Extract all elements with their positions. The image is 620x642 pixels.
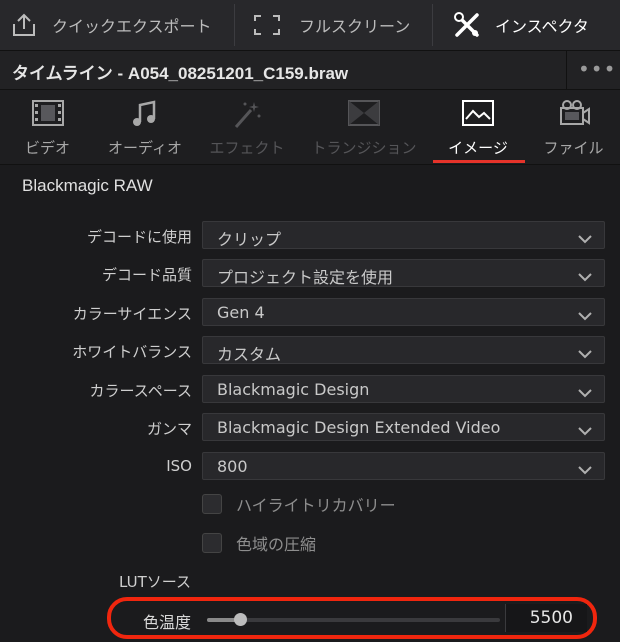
setting-row-decode-quality: デコード品質 プロジェクト設定を使用: [0, 259, 620, 289]
white-balance-dropdown[interactable]: カスタム: [202, 336, 605, 364]
setting-label: ホワイトバランス: [72, 343, 192, 361]
setting-label: デコードに使用: [86, 228, 192, 246]
dropdown-value: カスタム: [217, 345, 282, 364]
quick-export-button[interactable]: クイックエクスポート: [0, 0, 234, 50]
chevron-down-icon: [578, 461, 592, 479]
dropdown-value: 800: [217, 457, 248, 476]
inspector-titlebar: タイムライン - A054_08251201_C159.braw •••: [0, 51, 620, 90]
chevron-down-icon: [578, 268, 592, 286]
tab-file-label: ファイル: [543, 139, 604, 157]
dropdown-value: Blackmagic Design: [217, 380, 370, 399]
color-temp-value: 5500: [529, 608, 573, 628]
section-title: Blackmagic RAW: [22, 176, 153, 195]
setting-label: ガンマ: [146, 420, 192, 438]
chevron-down-icon: [578, 384, 592, 402]
quick-export-label: クイックエクスポート: [52, 17, 212, 36]
dropdown-value: Gen 4: [217, 303, 265, 322]
checkbox-label: ハイライトリカバリー: [236, 496, 396, 515]
color-temp-value-field[interactable]: 5500: [505, 604, 587, 632]
tab-effects-label: エフェクト: [209, 139, 285, 157]
dropdown-value: クリップ: [217, 230, 282, 249]
highlight-recovery-option: ハイライトリカバリー: [202, 492, 602, 518]
setting-row-color-science: カラーサイエンス Gen 4: [0, 298, 620, 328]
image-icon: [462, 100, 494, 130]
color-temp-slider[interactable]: [207, 613, 500, 626]
clip-title: タイムライン - A054_08251201_C159.braw: [12, 64, 349, 83]
chevron-down-icon: [578, 230, 592, 248]
tab-effects[interactable]: エフェクト: [195, 90, 299, 164]
slider-knob[interactable]: [234, 613, 247, 626]
fullscreen-label: フルスクリーン: [299, 17, 411, 36]
color-temp-label: 色温度: [143, 613, 192, 632]
decode-quality-dropdown[interactable]: プロジェクト設定を使用: [202, 259, 605, 287]
gamma-dropdown[interactable]: Blackmagic Design Extended Video: [202, 413, 605, 441]
tab-video[interactable]: ビデオ: [0, 90, 95, 164]
setting-label: ISO: [166, 457, 192, 475]
setting-row-decode-using: デコードに使用 クリップ: [0, 221, 620, 251]
transition-icon: [348, 100, 380, 130]
more-options-button[interactable]: •••: [578, 57, 615, 81]
gamut-compression-option: 色域の圧縮: [202, 531, 602, 557]
dropdown-value: Blackmagic Design Extended Video: [217, 418, 501, 437]
setting-label: カラースペース: [89, 382, 192, 400]
fullscreen-button[interactable]: フルスクリーン: [235, 0, 432, 50]
chevron-down-icon: [578, 345, 592, 363]
top-toolbar: クイックエクスポート フルスクリーン インスペクタ: [0, 0, 620, 51]
iso-dropdown[interactable]: 800: [202, 452, 605, 480]
tab-image-label: イメージ: [448, 139, 508, 157]
decode-using-dropdown[interactable]: クリップ: [202, 221, 605, 249]
highlight-recovery-checkbox[interactable]: [202, 494, 222, 514]
gamut-compression-checkbox[interactable]: [202, 533, 222, 553]
tab-audio-label: オーディオ: [108, 139, 182, 157]
color-space-dropdown[interactable]: Blackmagic Design: [202, 375, 605, 403]
chevron-down-icon: [578, 422, 592, 440]
tab-audio[interactable]: オーディオ: [95, 90, 195, 164]
chevron-down-icon: [578, 307, 592, 325]
setting-row-gamma: ガンマ Blackmagic Design Extended Video: [0, 413, 620, 443]
tab-video-label: ビデオ: [24, 139, 70, 157]
checkbox-label: 色域の圧縮: [236, 535, 317, 554]
setting-row-iso: ISO 800: [0, 452, 620, 482]
titlebar-divider: [566, 51, 567, 89]
inspector-tabs: ビデオ オーディオ エフェクト トランジション イメージ ファイル: [0, 90, 620, 165]
export-icon: [10, 12, 38, 38]
tab-transitions[interactable]: トランジション: [299, 90, 429, 164]
setting-label: カラーサイエンス: [72, 305, 192, 323]
fullscreen-icon: [253, 14, 281, 36]
dropdown-value: プロジェクト設定を使用: [217, 268, 394, 287]
tab-file[interactable]: ファイル: [527, 90, 620, 164]
color-science-dropdown[interactable]: Gen 4: [202, 298, 605, 326]
setting-row-color-space: カラースペース Blackmagic Design: [0, 375, 620, 405]
tab-transitions-label: トランジション: [311, 139, 417, 157]
setting-label: デコード品質: [101, 266, 192, 284]
tools-icon: [453, 11, 481, 39]
lut-source-label: LUTソース: [119, 573, 192, 591]
active-tab-indicator: [433, 160, 525, 163]
film-icon: [31, 100, 64, 130]
music-note-icon: [131, 100, 159, 132]
camera-file-icon: [557, 100, 591, 132]
inspector-button[interactable]: インスペクタ: [433, 0, 619, 50]
tab-image[interactable]: イメージ: [429, 90, 527, 164]
magic-wand-icon: [232, 100, 262, 134]
inspector-label: インスペクタ: [495, 17, 589, 36]
setting-row-white-balance: ホワイトバランス カスタム: [0, 336, 620, 366]
